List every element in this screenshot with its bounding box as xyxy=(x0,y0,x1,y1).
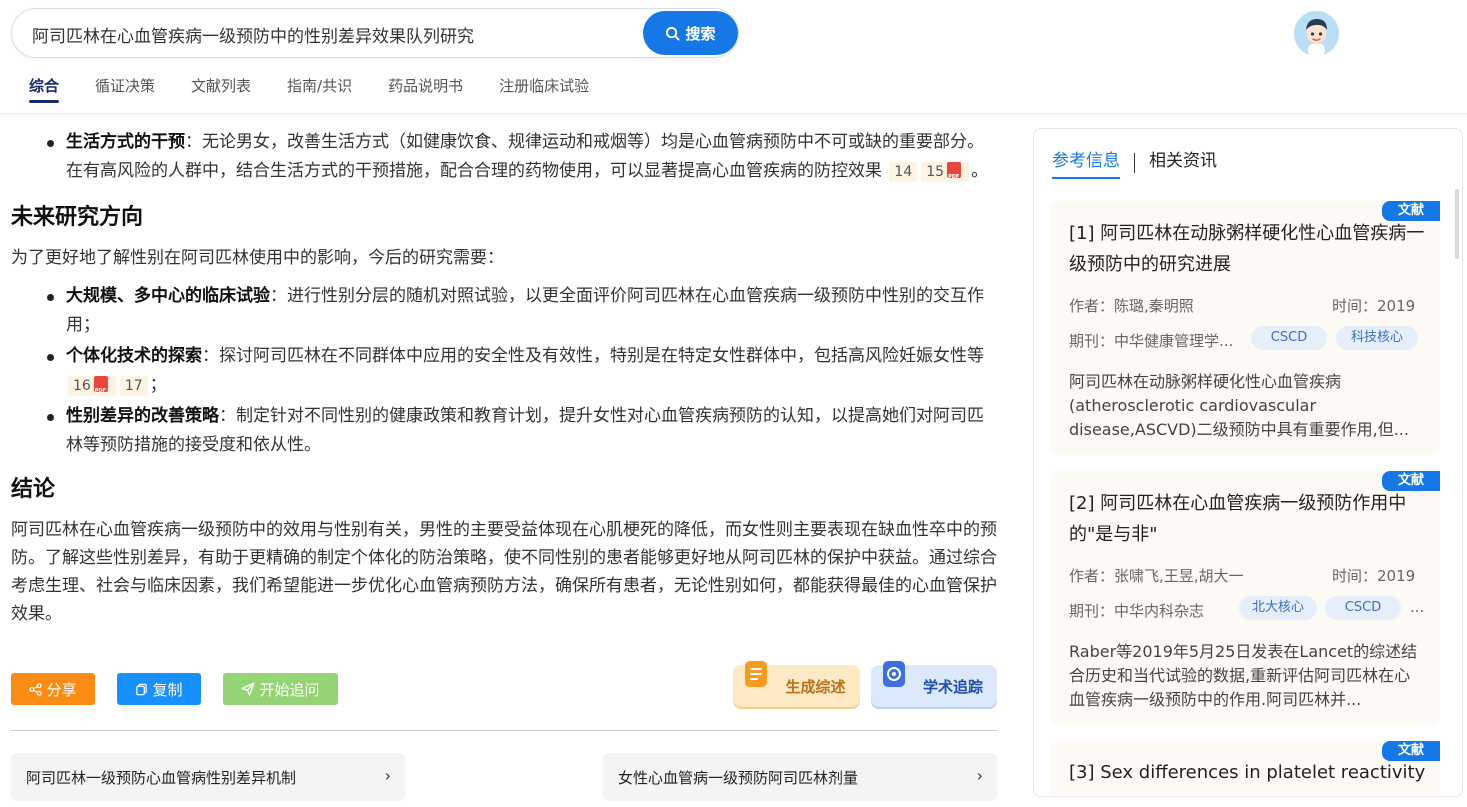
tab-guidelines[interactable]: 指南/共识 xyxy=(287,75,352,105)
reference-card[interactable]: 文献 [2] 阿司匹林在心血管疾病一级预防作用中的"是与非" 作者：张啸飞,王昱… xyxy=(1050,471,1440,725)
bullet-title: 个体化技术的探索 xyxy=(66,346,202,366)
divider xyxy=(11,730,997,731)
journal-tag: 北大核心 xyxy=(1239,596,1317,620)
list-item: 生活方式的干预：无论男女，改善生活方式（如健康饮食、规律运动和戒烟等）均是心血管… xyxy=(11,128,997,187)
section-heading-future: 未来研究方向 xyxy=(11,205,144,230)
category-tabs: 综合 循证决策 文献列表 指南/共识 药品说明书 注册临床试验 xyxy=(29,75,625,105)
search-icon xyxy=(666,26,681,41)
search-button-label: 搜索 xyxy=(685,24,716,43)
list-item: 个体化技术的探索：探讨阿司匹林在不同群体中应用的安全性及有效性，特别是在特定女性… xyxy=(11,342,997,401)
tab-evidence-decision[interactable]: 循证决策 xyxy=(95,75,155,105)
citation-link[interactable]: 16 xyxy=(68,376,116,401)
share-label: 分享 xyxy=(46,680,77,699)
list-item: 大规模、多中心的临床试验：进行性别分层的随机对照试验，以更全面评价阿司匹林在心血… xyxy=(11,282,997,340)
bullet-text: ：无论男女，改善生活方式（如健康饮食、规律运动和戒烟等）均是心血管病预防中不可或… xyxy=(66,132,984,181)
reference-journal: 期刊：中华健康管理学... xyxy=(1069,332,1234,350)
reference-time: 时间：2019 xyxy=(1332,297,1416,315)
chevron-right-icon: › xyxy=(384,766,391,785)
reference-sidebar: 参考信息 相关资讯 文献 [1] 阿司匹林在动脉粥样硬化性心血管疾病一级预防中的… xyxy=(1033,128,1463,797)
tab-references[interactable]: 参考信息 xyxy=(1052,147,1120,179)
chevron-right-icon: › xyxy=(976,766,983,785)
journal-tag: 科技核心 xyxy=(1336,326,1418,350)
section-heading-conclusion: 结论 xyxy=(11,477,56,502)
related-question-text: 阿司匹林一级预防心血管病性别差异机制 xyxy=(26,768,297,787)
academic-tracking-label: 学术追踪 xyxy=(922,677,983,696)
search-input[interactable] xyxy=(32,21,632,47)
pdf-icon xyxy=(93,376,108,401)
bullet-title: 生活方式的干预 xyxy=(66,132,185,152)
future-intro: 为了更好地了解性别在阿司匹林使用中的影响，今后的研究需要： xyxy=(11,248,504,268)
citation-link[interactable]: 17 xyxy=(119,376,148,396)
bullet-text: ：探讨阿司匹林在不同群体中应用的安全性及有效性，特别是在特定女性群体中，包括高风… xyxy=(202,346,984,366)
copy-icon xyxy=(136,683,148,695)
reference-abstract: Raber等2019年5月25日发表在Lancet的综述结合历史和当代试验的数据… xyxy=(1069,642,1418,709)
reference-abstract: 阿司匹林在动脉粥样硬化性心血管疾病(atherosclerotic cardio… xyxy=(1069,372,1409,439)
sidebar-tabs: 参考信息 相关资讯 xyxy=(1052,147,1217,179)
citation-link[interactable]: 14 xyxy=(889,162,918,182)
academic-tracking-button[interactable]: 学术追踪 xyxy=(871,661,997,707)
share-button[interactable]: 分享 xyxy=(11,673,95,705)
send-icon xyxy=(241,682,256,696)
more-tags-indicator[interactable]: ... xyxy=(1410,598,1424,616)
bullet-title: 性别差异的改善策略 xyxy=(66,406,219,426)
search-button[interactable]: 搜索 xyxy=(643,11,738,55)
reference-title[interactable]: [1] 阿司匹林在动脉粥样硬化性心血管疾病一级预防中的研究进展 xyxy=(1069,218,1429,280)
top-header: 搜索 综合 循证决策 文献列表 指南/共识 药品说明书 注册临床试验 xyxy=(0,0,1467,114)
reference-authors: 作者：张啸飞,王昱,胡大一 xyxy=(1069,567,1244,585)
generate-review-label: 生成综述 xyxy=(785,677,846,696)
scrollbar[interactable] xyxy=(1455,189,1459,259)
reference-time: 时间：2019 xyxy=(1332,567,1416,585)
journal-tag: CSCD xyxy=(1251,326,1327,350)
reference-card[interactable]: 文献 [3] Sex differences in platelet react… xyxy=(1050,741,1440,796)
copy-button[interactable]: 复制 xyxy=(117,673,201,705)
follow-up-label: 开始追问 xyxy=(259,680,320,699)
tab-clinical-trials[interactable]: 注册临床试验 xyxy=(499,75,589,105)
reference-card[interactable]: 文献 [1] 阿司匹林在动脉粥样硬化性心血管疾病一级预防中的研究进展 作者：陈璐… xyxy=(1050,201,1440,455)
reference-title[interactable]: [3] Sex differences in platelet reactivi… xyxy=(1069,757,1429,788)
related-question[interactable]: 阿司匹林一级预防心血管病性别差异机制 › xyxy=(11,753,405,801)
tab-separator xyxy=(1134,153,1135,173)
list-item: 性别差异的改善策略：制定针对不同性别的健康政策和教育计划，提升女性对心血管疾病预… xyxy=(11,402,997,460)
answer-content: 生活方式的干预：无论男女，改善生活方式（如健康饮食、规律运动和戒烟等）均是心血管… xyxy=(11,128,997,628)
avatar-icon xyxy=(1294,11,1339,56)
tracking-icon xyxy=(883,661,905,687)
reference-authors: 作者：陈璐,秦明照 xyxy=(1069,297,1194,315)
reference-journal: 期刊：中华内科杂志 xyxy=(1069,602,1205,620)
pdf-icon xyxy=(947,162,962,187)
answer-actions: 分享 复制 开始追问 生成综述 学术追踪 xyxy=(11,661,997,707)
tab-literature-list[interactable]: 文献列表 xyxy=(191,75,251,105)
document-icon xyxy=(745,661,767,687)
user-avatar[interactable] xyxy=(1294,11,1339,56)
reference-title[interactable]: [2] 阿司匹林在心血管疾病一级预防作用中的"是与非" xyxy=(1069,488,1429,550)
share-icon xyxy=(29,682,43,696)
tab-related-news[interactable]: 相关资讯 xyxy=(1149,147,1217,179)
search-box: 搜索 xyxy=(11,8,739,58)
tab-comprehensive[interactable]: 综合 xyxy=(29,75,60,105)
conclusion-text: 阿司匹林在心血管疾病一级预防中的效用与性别有关，男性的主要受益体现在心肌梗死的降… xyxy=(11,520,997,624)
bullet-title: 大规模、多中心的临床试验 xyxy=(66,286,270,306)
related-question-text: 女性心血管病一级预防阿司匹林剂量 xyxy=(618,768,859,787)
generate-review-button[interactable]: 生成综述 xyxy=(733,661,860,707)
related-question[interactable]: 女性心血管病一级预防阿司匹林剂量 › xyxy=(603,753,997,801)
copy-label: 复制 xyxy=(152,680,183,699)
journal-tag: CSCD xyxy=(1325,596,1401,620)
tab-drug-instructions[interactable]: 药品说明书 xyxy=(388,75,463,105)
follow-up-button[interactable]: 开始追问 xyxy=(223,673,338,705)
citation-link[interactable]: 15 xyxy=(921,162,970,187)
